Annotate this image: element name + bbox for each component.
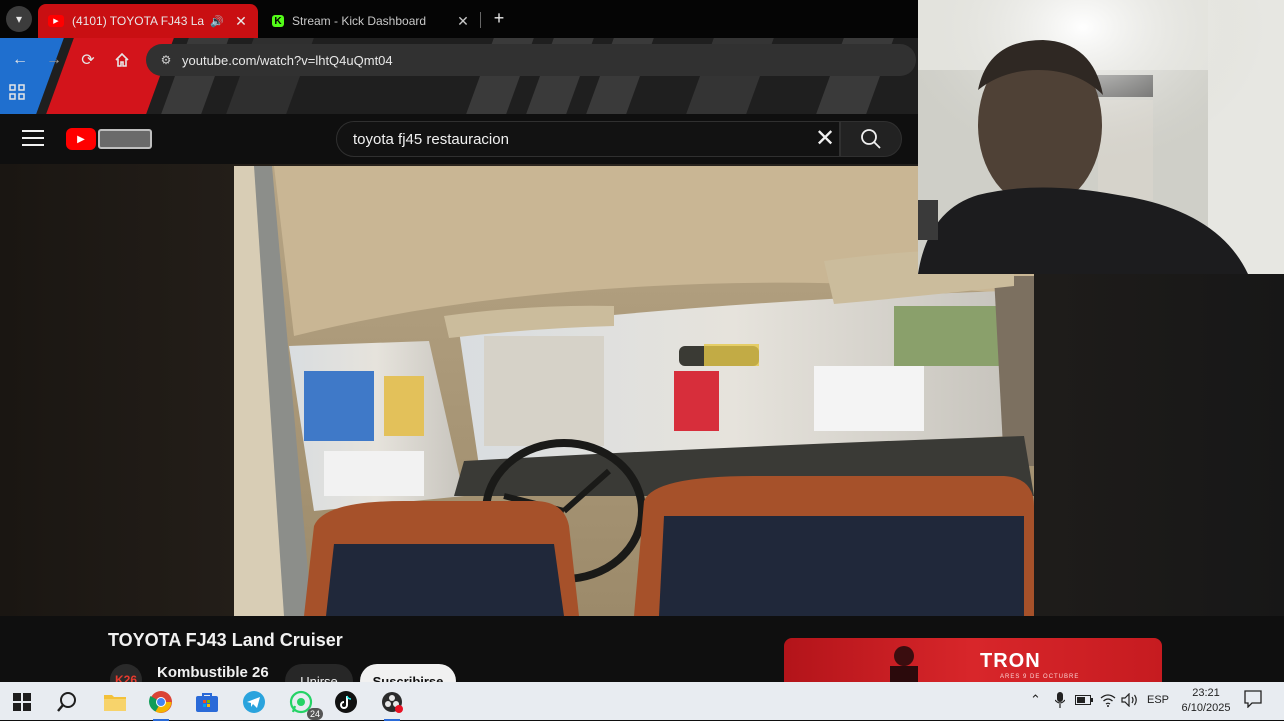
- new-tab-button[interactable]: +: [488, 7, 510, 29]
- webcam-overlay: [918, 0, 1284, 274]
- tab-separator: [480, 12, 481, 28]
- home-button[interactable]: [111, 49, 133, 71]
- video-player[interactable]: [234, 166, 1034, 616]
- speaker-icon[interactable]: 🔊: [210, 15, 224, 28]
- tab-title: Stream - Kick Dashboard: [292, 14, 427, 28]
- file-explorer-icon[interactable]: [101, 688, 129, 716]
- chevron-up-icon[interactable]: ⌃: [1030, 692, 1041, 708]
- youtube-logo[interactable]: ▶: [66, 128, 96, 150]
- tab-youtube[interactable]: ▶ (4101) TOYOTA FJ43 Land C 🔊 ✕: [38, 4, 258, 38]
- site-info-icon[interactable]: ⚙: [154, 53, 178, 67]
- tab-kick[interactable]: K Stream - Kick Dashboard ✕: [262, 4, 480, 38]
- close-icon[interactable]: ✕: [234, 13, 248, 30]
- obs-icon[interactable]: [378, 688, 406, 721]
- ad-subtitle: ARES 9 DE OCTUBRE: [1000, 674, 1080, 680]
- tiktok-icon[interactable]: [332, 688, 360, 716]
- chrome-icon[interactable]: [147, 688, 175, 721]
- volume-icon[interactable]: [1121, 692, 1139, 710]
- whatsapp-badge: 24: [306, 708, 323, 720]
- clock-date: 6/10/2025: [1181, 702, 1231, 714]
- close-icon[interactable]: ✕: [456, 13, 470, 30]
- streamer-webcam-image: [918, 0, 1284, 274]
- video-frame-truck-interior: [234, 166, 1034, 616]
- back-button[interactable]: ←: [9, 49, 31, 71]
- video-title: TOYOTA FJ43 Land Cruiser: [108, 630, 343, 650]
- kick-icon: K: [272, 15, 284, 27]
- url-text: youtube.com/watch?v=lhtQ4uQmt04: [182, 52, 393, 68]
- youtube-icon: ▶: [48, 15, 64, 27]
- whatsapp-icon[interactable]: 24: [287, 688, 323, 720]
- search-box[interactable]: [336, 121, 840, 157]
- battery-icon[interactable]: [1075, 695, 1093, 708]
- store-icon[interactable]: [193, 688, 221, 716]
- tab-title: (4101) TOYOTA FJ43 Land C: [72, 14, 205, 28]
- clock-time: 23:21: [1192, 687, 1220, 699]
- address-bar[interactable]: ⚙ youtube.com/watch?v=lhtQ4uQmt04: [146, 44, 916, 76]
- language-indicator[interactable]: ESP: [1147, 694, 1169, 706]
- search-button[interactable]: [840, 121, 902, 157]
- channel-name[interactable]: Kombustible 26: [157, 664, 269, 681]
- ad-title: TRON: [980, 650, 1041, 672]
- forward-button[interactable]: →: [43, 49, 65, 71]
- menu-icon[interactable]: [22, 130, 44, 148]
- clock[interactable]: 23:21 6/10/2025: [1176, 686, 1236, 716]
- wifi-icon[interactable]: [1100, 693, 1116, 710]
- search-icon[interactable]: [54, 688, 82, 716]
- notification-icon[interactable]: [1244, 690, 1262, 711]
- home-icon: [115, 52, 129, 67]
- reload-button[interactable]: ⟳: [77, 49, 99, 71]
- grid-icon: [9, 84, 25, 100]
- telegram-icon[interactable]: [240, 688, 268, 716]
- search-icon: [861, 129, 881, 149]
- search-input[interactable]: [353, 130, 793, 148]
- windows-start-icon[interactable]: [8, 688, 36, 716]
- channel-brand-logo[interactable]: [98, 129, 152, 149]
- apps-button[interactable]: [9, 84, 27, 102]
- clear-search-icon[interactable]: ✕: [812, 127, 838, 153]
- microphone-icon[interactable]: [1054, 692, 1066, 711]
- tab-search-button[interactable]: ▾: [6, 6, 32, 32]
